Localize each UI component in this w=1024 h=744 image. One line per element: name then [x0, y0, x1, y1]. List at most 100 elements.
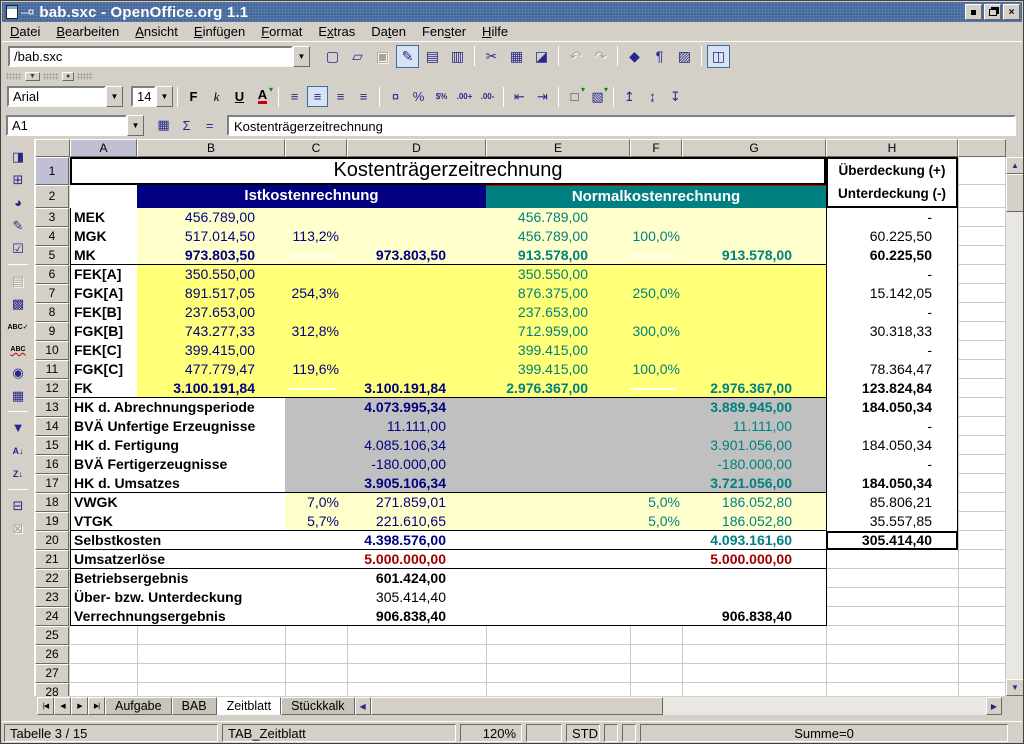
bold-icon[interactable]: F — [183, 86, 204, 107]
cell-G13[interactable]: 3.889.945,00 — [682, 398, 826, 417]
row-header-4[interactable]: 4 — [35, 227, 69, 246]
font-color-icon[interactable]: A — [252, 86, 273, 107]
save-icon[interactable]: ▣ — [371, 45, 394, 68]
cell-B7[interactable]: 891.517,05 — [137, 284, 285, 303]
cell-F9[interactable]: 300,0% — [630, 322, 682, 341]
cell-H14[interactable]: - — [826, 417, 958, 436]
export-pdf-icon[interactable]: ▤ — [421, 45, 444, 68]
row-header-6[interactable]: 6 — [35, 265, 69, 284]
row-label-17[interactable]: HK d. Umsatzes — [72, 474, 180, 493]
align-bottom-icon[interactable]: ↧ — [665, 86, 686, 107]
row-header-21[interactable]: 21 — [35, 550, 69, 569]
cell-D15[interactable]: 4.085.106,34 — [347, 436, 486, 455]
scroll-down-icon[interactable]: ▼ — [1006, 679, 1024, 696]
cell-H8[interactable]: - — [826, 303, 958, 322]
normalkosten-header-cell[interactable]: Normalkostenrechnung — [486, 185, 826, 208]
cell-H12[interactable]: 123.824,84 — [826, 379, 958, 398]
cell-E3[interactable]: 456.789,00 — [486, 208, 630, 227]
cell-H13[interactable]: 184.050,34 — [826, 398, 958, 417]
borders-icon[interactable]: □ — [564, 86, 585, 107]
function-icon[interactable]: = — [199, 115, 220, 136]
cell-C19[interactable]: 5,7% — [285, 512, 347, 531]
cell-D5[interactable]: 973.803,50 — [347, 246, 486, 265]
scroll-left-icon[interactable]: ◀ — [355, 697, 371, 715]
navigator-icon[interactable]: ◆ — [623, 45, 646, 68]
cell-H10[interactable]: - — [826, 341, 958, 360]
row-header-7[interactable]: 7 — [35, 284, 69, 303]
copy-icon[interactable]: ▦ — [505, 45, 528, 68]
cell-G24[interactable]: 906.838,40 — [682, 607, 826, 626]
row-label-15[interactable]: HK d. Fertigung — [72, 436, 179, 455]
insert-icon[interactable]: ◨ — [8, 146, 29, 167]
prev-sheet-button[interactable]: ◀ — [54, 697, 71, 715]
cell-E8[interactable]: 237.653,00 — [486, 303, 630, 322]
scroll-up-icon[interactable]: ▲ — [1006, 157, 1024, 174]
cell-H17[interactable]: 184.050,34 — [826, 474, 958, 493]
cell-D18[interactable]: 271.859,01 — [347, 493, 486, 512]
cell-F5[interactable] — [630, 246, 682, 265]
cell-B3[interactable]: 456.789,00 — [137, 208, 285, 227]
menu-datei[interactable]: Datei — [2, 22, 48, 41]
cell-H5[interactable]: 60.225,50 — [826, 246, 958, 265]
cell-H19[interactable]: 35.557,85 — [826, 512, 958, 531]
row-label-23[interactable]: Über- bzw. Unterdeckung — [72, 588, 242, 607]
cell-D21[interactable]: 5.000.000,00 — [347, 550, 486, 569]
standard-format-icon[interactable]: $% — [431, 86, 452, 107]
row-label-19[interactable]: VTGK — [72, 512, 113, 531]
cell-D23[interactable]: 305.414,40 — [347, 588, 486, 607]
row-label-11[interactable]: FGK[C] — [72, 360, 123, 379]
internet-icon[interactable]: ● — [62, 72, 74, 81]
row-label-10[interactable]: FEK[C] — [72, 341, 121, 360]
font-size-dropdown-icon[interactable]: ▼ — [156, 86, 173, 107]
underline-icon[interactable]: U — [229, 86, 250, 107]
cell-E9[interactable]: 712.959,00 — [486, 322, 630, 341]
sheet-title-cell[interactable]: Kostenträgerzeitrechnung — [70, 157, 826, 185]
cell-D14[interactable]: 11.111,00 — [347, 417, 486, 436]
redo-icon[interactable]: ↷ — [589, 45, 612, 68]
cell-C18[interactable]: 7,0% — [285, 493, 347, 512]
column-header-E[interactable]: E — [486, 139, 630, 157]
cell-F7[interactable]: 250,0% — [630, 284, 682, 303]
row-header-13[interactable]: 13 — [35, 398, 69, 417]
cell-F12[interactable] — [630, 379, 682, 398]
cell-D17[interactable]: 3.905.106,34 — [347, 474, 486, 493]
row-header-3[interactable]: 3 — [35, 208, 69, 227]
row-label-9[interactable]: FGK[B] — [72, 322, 123, 341]
decrease-indent-icon[interactable]: ⇤ — [509, 86, 530, 107]
edit-file-icon[interactable]: ✎ — [396, 45, 419, 68]
scroll-right-icon[interactable]: ▶ — [986, 697, 1002, 715]
cell-C12[interactable] — [285, 379, 347, 398]
minimize-button[interactable] — [965, 4, 982, 20]
cell-grid[interactable]: Kostenträgerzeitrechnung Istkostenrechnu… — [70, 157, 1006, 696]
cell-E6[interactable]: 350.550,00 — [486, 265, 630, 284]
increase-indent-icon[interactable]: ⇥ — [532, 86, 553, 107]
cell-E7[interactable]: 876.375,00 — [486, 284, 630, 303]
cell-B4[interactable]: 517.014,50 — [137, 227, 285, 246]
autospellcheck-icon[interactable]: ABC — [8, 339, 29, 360]
cell-D13[interactable]: 4.073.995,34 — [347, 398, 486, 417]
cell-G20[interactable]: 4.093.161,60 — [682, 531, 826, 550]
column-header-B[interactable]: B — [137, 139, 285, 157]
menu-fenster[interactable]: Fenster — [414, 22, 474, 41]
row-header-11[interactable]: 11 — [35, 360, 69, 379]
form-controls-icon[interactable]: ☑ — [8, 238, 29, 259]
paste-icon[interactable]: ◪ — [530, 45, 553, 68]
row-header-27[interactable]: 27 — [35, 664, 69, 683]
align-right-icon[interactable]: ≡ — [330, 86, 351, 107]
cell-H3[interactable]: - — [826, 208, 958, 227]
cell-G14[interactable]: 11.111,00 — [682, 417, 826, 436]
cell-C11[interactable]: 119,6% — [285, 360, 347, 379]
font-size-input[interactable]: 14 — [131, 86, 156, 107]
cell-E5[interactable]: 913.578,00 — [486, 246, 630, 265]
cell-D22[interactable]: 601.424,00 — [347, 569, 486, 588]
cell-G12[interactable]: 2.976.367,00 — [682, 379, 826, 398]
menu-ansicht[interactable]: Ansicht — [127, 22, 186, 41]
menu-daten[interactable]: Daten — [363, 22, 414, 41]
cell-B10[interactable]: 399.415,00 — [137, 341, 285, 360]
row-label-7[interactable]: FGK[A] — [72, 284, 123, 303]
cell-E12[interactable]: 2.976.367,00 — [486, 379, 630, 398]
ungroup-icon[interactable]: ⊠ — [8, 518, 29, 539]
horizontal-scroll-thumb[interactable] — [371, 697, 663, 715]
url-input[interactable]: /bab.sxc — [8, 46, 293, 67]
insert-fields-icon[interactable]: ▤ — [8, 270, 29, 291]
